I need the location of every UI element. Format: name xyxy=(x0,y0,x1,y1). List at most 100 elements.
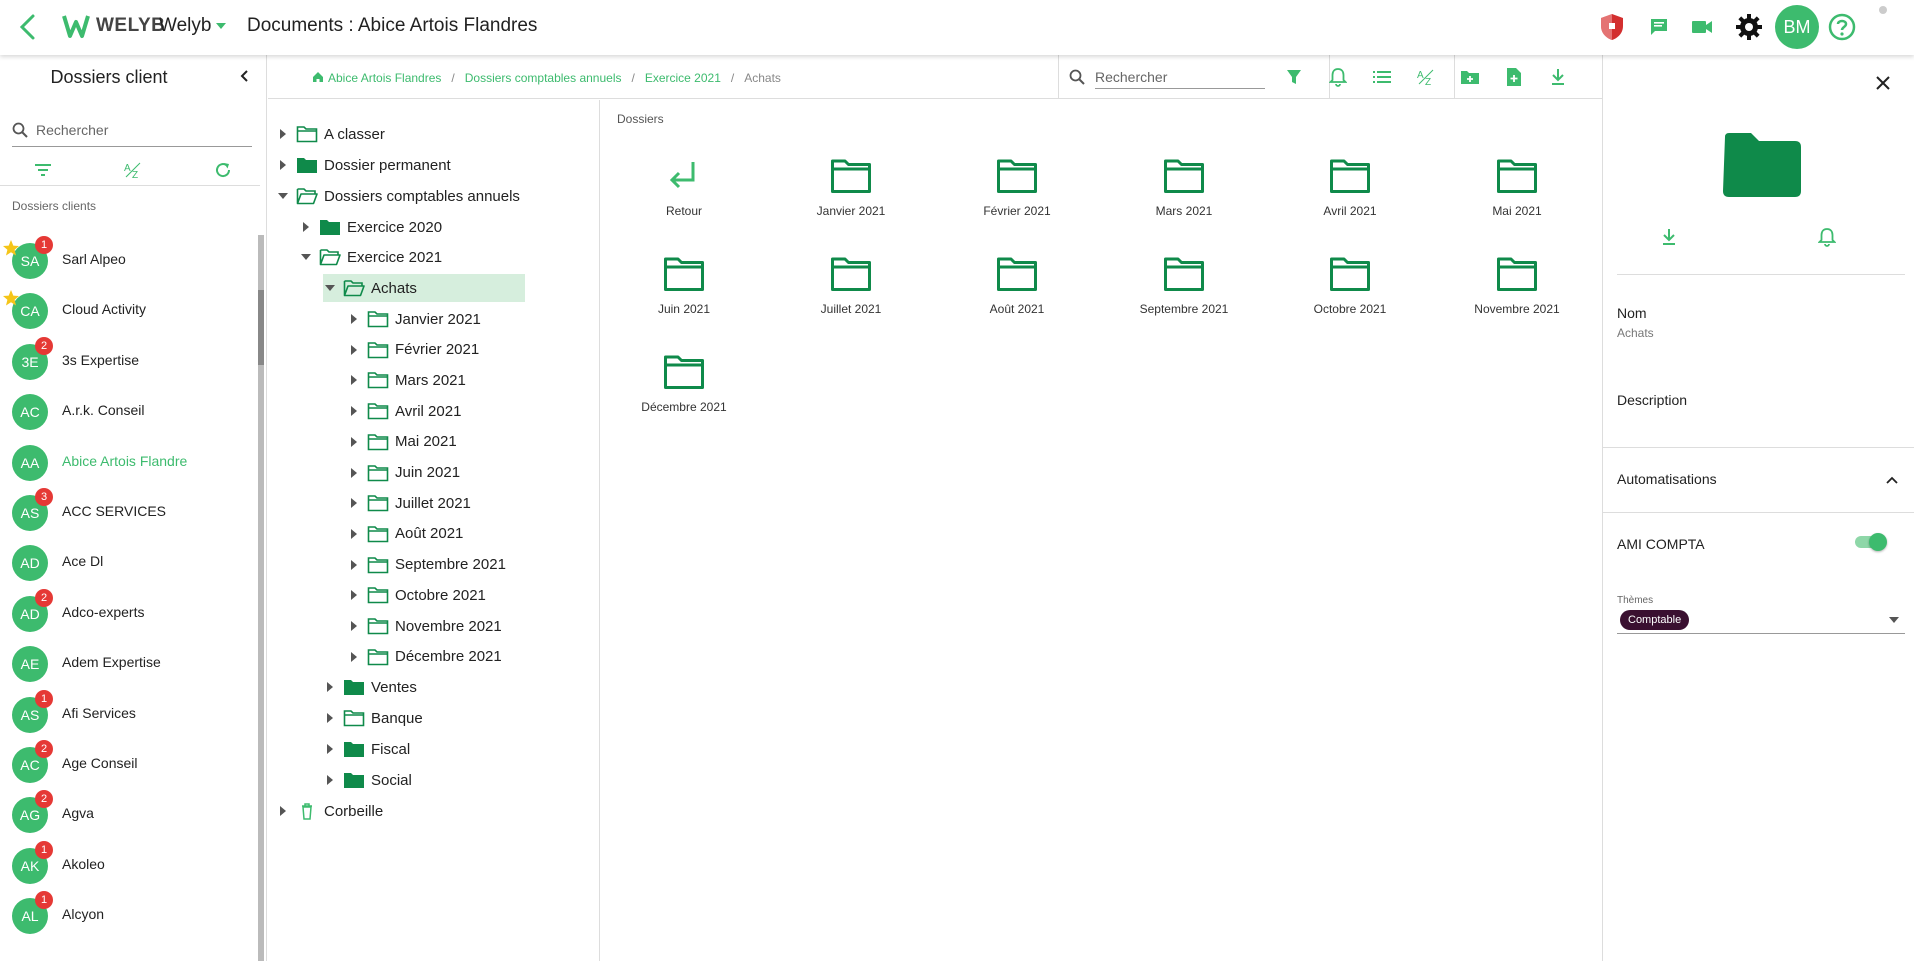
client-item[interactable]: AG 2 Agva xyxy=(0,789,260,839)
caret-right-icon[interactable] xyxy=(347,527,361,541)
caret-right-icon[interactable] xyxy=(347,404,361,418)
bell-icon[interactable] xyxy=(1328,67,1348,87)
themes-select[interactable]: Comptable xyxy=(1617,608,1905,634)
filter-icon[interactable] xyxy=(33,160,53,180)
folder-tile[interactable]: Octobre 2021 xyxy=(1280,250,1420,330)
caret-right-icon[interactable] xyxy=(347,558,361,572)
sort-alpha-icon[interactable]: AZ xyxy=(1416,67,1436,87)
caret-right-icon[interactable] xyxy=(347,650,361,664)
document-search-input[interactable] xyxy=(1095,65,1265,89)
folder-tile[interactable]: Janvier 2021 xyxy=(781,152,921,232)
folder-tile[interactable]: Décembre 2021 xyxy=(614,348,754,428)
caret-right-icon[interactable] xyxy=(347,619,361,633)
folder-tile[interactable]: Septembre 2021 xyxy=(1114,250,1254,330)
help-icon[interactable] xyxy=(1827,12,1857,42)
tree-item-corbeille[interactable]: Corbeille xyxy=(276,797,383,825)
back-tile[interactable]: Retour xyxy=(614,152,754,232)
client-item[interactable]: AD Ace Dl xyxy=(0,537,260,587)
tree-item-month[interactable]: Décembre 2021 xyxy=(347,643,502,671)
tree-item-dossiers-comptables[interactable]: Dossiers comptables annuels xyxy=(276,182,520,210)
tree-item-ventes[interactable]: Ventes xyxy=(323,673,417,701)
description-label[interactable]: Description xyxy=(1617,392,1687,408)
tree-item-dossier-permanent[interactable]: Dossier permanent xyxy=(276,151,451,179)
collapse-chevron-icon[interactable] xyxy=(238,69,252,83)
download-icon[interactable] xyxy=(1548,67,1568,87)
caret-right-icon[interactable] xyxy=(299,220,313,234)
tree-item-achats[interactable]: Achats xyxy=(323,274,525,302)
client-item[interactable]: AA Abice Artois Flandre xyxy=(0,437,260,487)
star-icon[interactable] xyxy=(2,289,20,307)
sidebar-scrollbar[interactable] xyxy=(258,235,264,961)
client-item[interactable]: AC 2 Age Conseil xyxy=(0,739,260,789)
tree-item-month[interactable]: Mai 2021 xyxy=(347,428,457,456)
caret-right-icon[interactable] xyxy=(347,588,361,602)
client-item[interactable]: AL 1 Alcyon xyxy=(0,890,260,940)
caret-right-icon[interactable] xyxy=(276,804,290,818)
org-switcher[interactable]: Welyb xyxy=(159,15,211,37)
client-item[interactable]: AK 1 Akoleo xyxy=(0,840,260,890)
caret-right-icon[interactable] xyxy=(276,127,290,141)
tree-item-banque[interactable]: Banque xyxy=(323,704,423,732)
breadcrumb-item[interactable]: Exercice 2021 xyxy=(645,71,721,85)
folder-tile[interactable]: Juin 2021 xyxy=(614,250,754,330)
folder-tile[interactable]: Novembre 2021 xyxy=(1447,250,1587,330)
user-avatar[interactable]: BM xyxy=(1775,5,1819,49)
scrollbar-thumb[interactable] xyxy=(258,290,264,365)
tree-item-month[interactable]: Août 2021 xyxy=(347,520,463,548)
caret-right-icon[interactable] xyxy=(323,711,337,725)
caret-right-icon[interactable] xyxy=(347,466,361,480)
name-value[interactable]: Achats xyxy=(1617,326,1654,340)
client-item[interactable]: AC A.r.k. Conseil xyxy=(0,386,260,436)
automations-section[interactable]: Automatisations xyxy=(1603,447,1914,513)
download-icon[interactable] xyxy=(1659,227,1679,247)
caret-right-icon[interactable] xyxy=(347,312,361,326)
tree-item-month[interactable]: Mars 2021 xyxy=(347,366,466,394)
caret-right-icon[interactable] xyxy=(323,773,337,787)
close-icon[interactable] xyxy=(1873,73,1893,93)
tree-item-month[interactable]: Juillet 2021 xyxy=(347,489,471,517)
theme-chip[interactable]: Comptable xyxy=(1620,610,1690,630)
tree-item-exercice-2020[interactable]: Exercice 2020 xyxy=(299,213,442,241)
client-search-input[interactable] xyxy=(36,119,246,141)
tree-item-month[interactable]: Février 2021 xyxy=(347,336,479,364)
client-item[interactable]: AS 1 Afi Services xyxy=(0,689,260,739)
caret-down-icon[interactable] xyxy=(276,189,290,203)
sort-alpha-icon[interactable]: AZ xyxy=(123,160,143,180)
tree-item-social[interactable]: Social xyxy=(323,766,412,794)
star-icon[interactable] xyxy=(2,239,20,257)
back-arrow-icon[interactable] xyxy=(14,12,44,42)
tree-item-month[interactable]: Septembre 2021 xyxy=(347,551,506,579)
caret-right-icon[interactable] xyxy=(323,680,337,694)
folder-tile[interactable]: Août 2021 xyxy=(947,250,1087,330)
add-folder-icon[interactable] xyxy=(1460,67,1480,87)
video-camera-icon[interactable] xyxy=(1687,12,1717,42)
tree-item-month[interactable]: Janvier 2021 xyxy=(347,305,481,333)
folder-tile[interactable]: Juillet 2021 xyxy=(781,250,921,330)
folder-tile[interactable]: Mai 2021 xyxy=(1447,152,1587,232)
add-file-icon[interactable] xyxy=(1504,67,1524,87)
client-item[interactable]: AS 3 ACC SERVICES xyxy=(0,487,260,537)
chat-icon[interactable] xyxy=(1644,12,1674,42)
shield-icon[interactable] xyxy=(1597,12,1627,42)
client-item[interactable]: AD 2 Adco-experts xyxy=(0,588,260,638)
caret-right-icon[interactable] xyxy=(347,343,361,357)
caret-right-icon[interactable] xyxy=(347,435,361,449)
home-icon[interactable] xyxy=(312,71,324,83)
ami-compta-toggle[interactable] xyxy=(1855,533,1889,551)
tree-item-a-classer[interactable]: A classer xyxy=(276,120,385,148)
caret-down-icon[interactable] xyxy=(323,281,337,295)
caret-down-icon[interactable] xyxy=(299,250,313,264)
tree-item-month[interactable]: Juin 2021 xyxy=(347,459,460,487)
client-item[interactable]: CA Cloud Activity xyxy=(0,285,260,335)
client-item[interactable]: 3E 2 3s Expertise xyxy=(0,336,260,386)
chevron-up-icon[interactable] xyxy=(1885,473,1899,487)
caret-right-icon[interactable] xyxy=(347,373,361,387)
refresh-icon[interactable] xyxy=(213,160,233,180)
chevron-down-icon[interactable] xyxy=(216,22,226,30)
folder-tile[interactable]: Février 2021 xyxy=(947,152,1087,232)
client-item[interactable]: AE Adem Expertise xyxy=(0,638,260,688)
filter-icon[interactable] xyxy=(1284,67,1304,87)
folder-tile[interactable]: Avril 2021 xyxy=(1280,152,1420,232)
tree-item-exercice-2021[interactable]: Exercice 2021 xyxy=(299,243,442,271)
tree-item-fiscal[interactable]: Fiscal xyxy=(323,735,410,763)
